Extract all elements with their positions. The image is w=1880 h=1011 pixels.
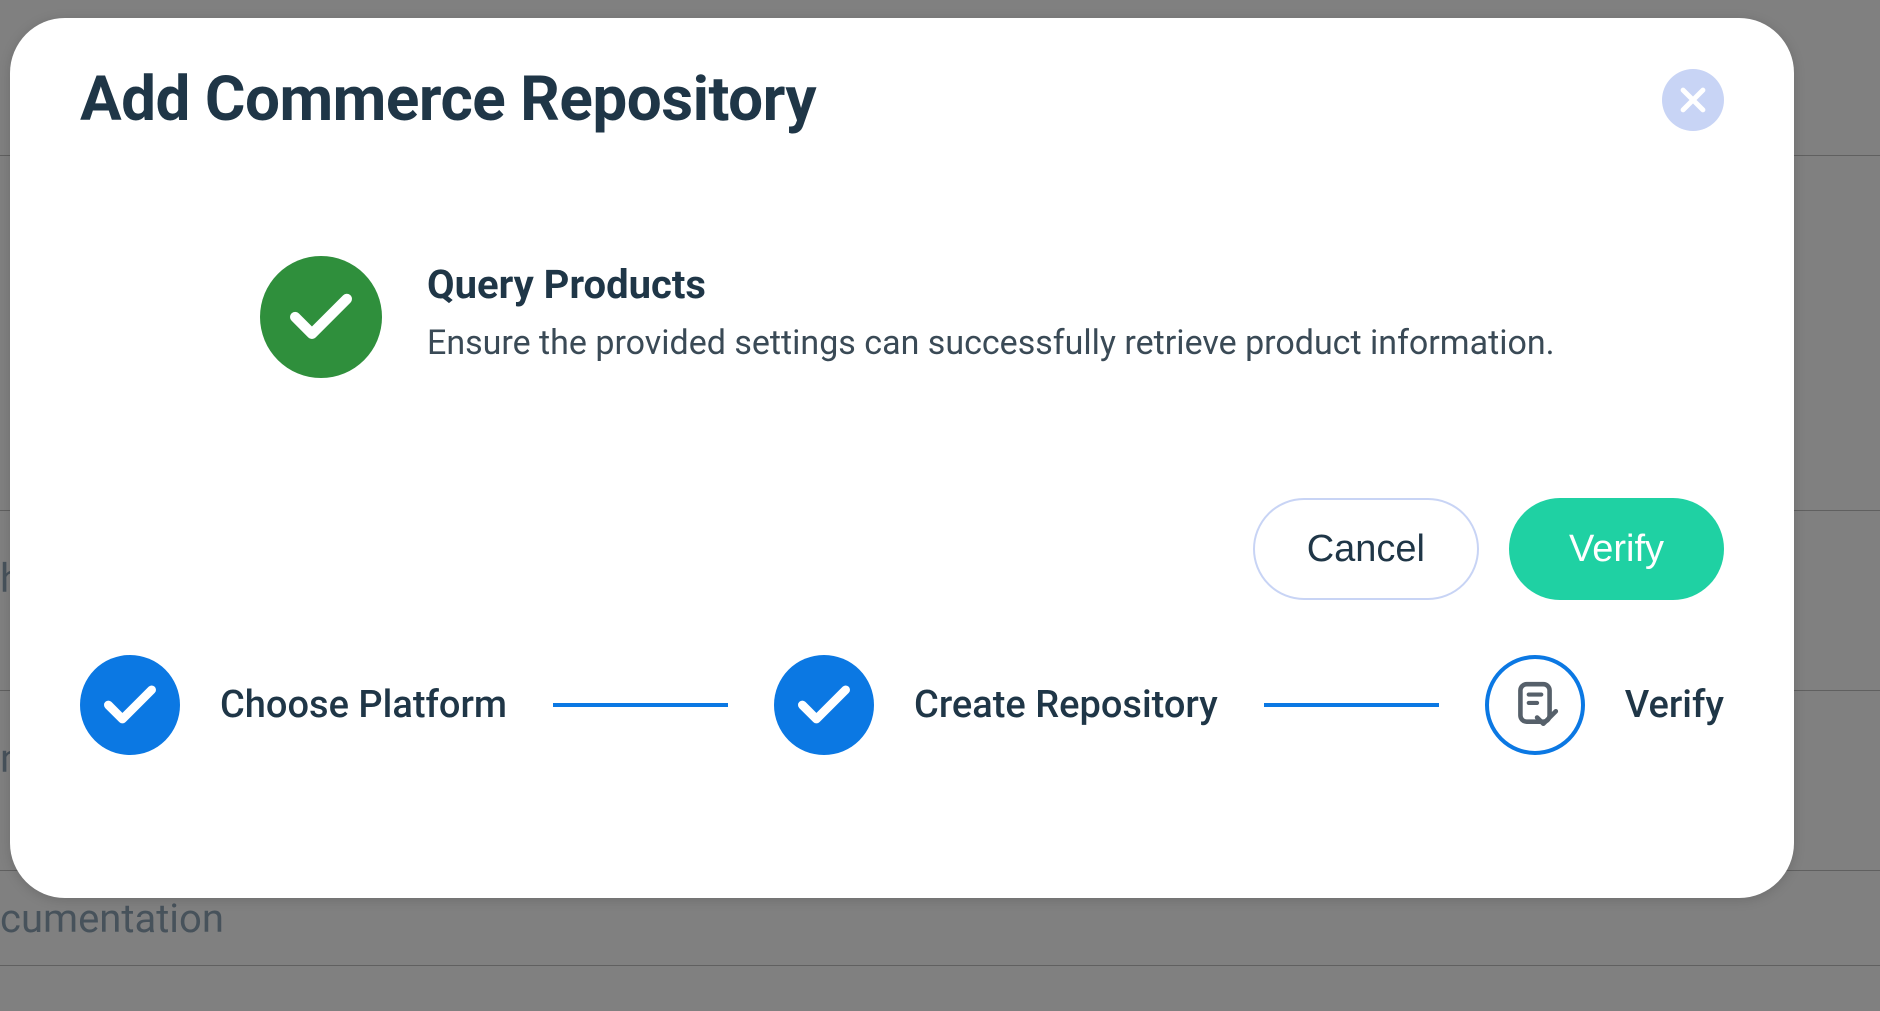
step-choose-platform: Choose Platform <box>80 655 507 755</box>
modal-header: Add Commerce Repository <box>80 63 1724 136</box>
document-check-icon <box>1510 680 1560 730</box>
cancel-button[interactable]: Cancel <box>1253 498 1479 600</box>
checkmark-icon <box>104 685 156 725</box>
step-label: Choose Platform <box>220 683 507 727</box>
modal-title: Add Commerce Repository <box>80 63 816 136</box>
status-description: Ensure the provided settings can success… <box>427 320 1555 368</box>
checkmark-icon <box>798 685 850 725</box>
step-label: Create Repository <box>914 683 1218 727</box>
step-connector <box>553 703 728 707</box>
close-button[interactable] <box>1662 69 1724 131</box>
step-circle-done <box>80 655 180 755</box>
step-create-repository: Create Repository <box>774 655 1218 755</box>
step-circle-current <box>1485 655 1585 755</box>
status-text-block: Query Products Ensure the provided setti… <box>427 256 1555 368</box>
action-button-row: Cancel Verify <box>80 498 1724 600</box>
step-circle-done <box>774 655 874 755</box>
step-connector <box>1264 703 1439 707</box>
verification-status-row: Query Products Ensure the provided setti… <box>80 256 1724 378</box>
status-heading: Query Products <box>427 261 1555 308</box>
success-status-circle <box>260 256 382 378</box>
verify-button[interactable]: Verify <box>1509 498 1724 600</box>
close-icon <box>1676 83 1710 117</box>
add-commerce-repository-modal: Add Commerce Repository Query Products E… <box>10 18 1794 898</box>
step-verify: Verify <box>1485 655 1724 755</box>
progress-stepper: Choose Platform Create Repository V <box>80 655 1724 755</box>
step-label: Verify <box>1625 683 1724 727</box>
checkmark-icon <box>290 293 352 341</box>
